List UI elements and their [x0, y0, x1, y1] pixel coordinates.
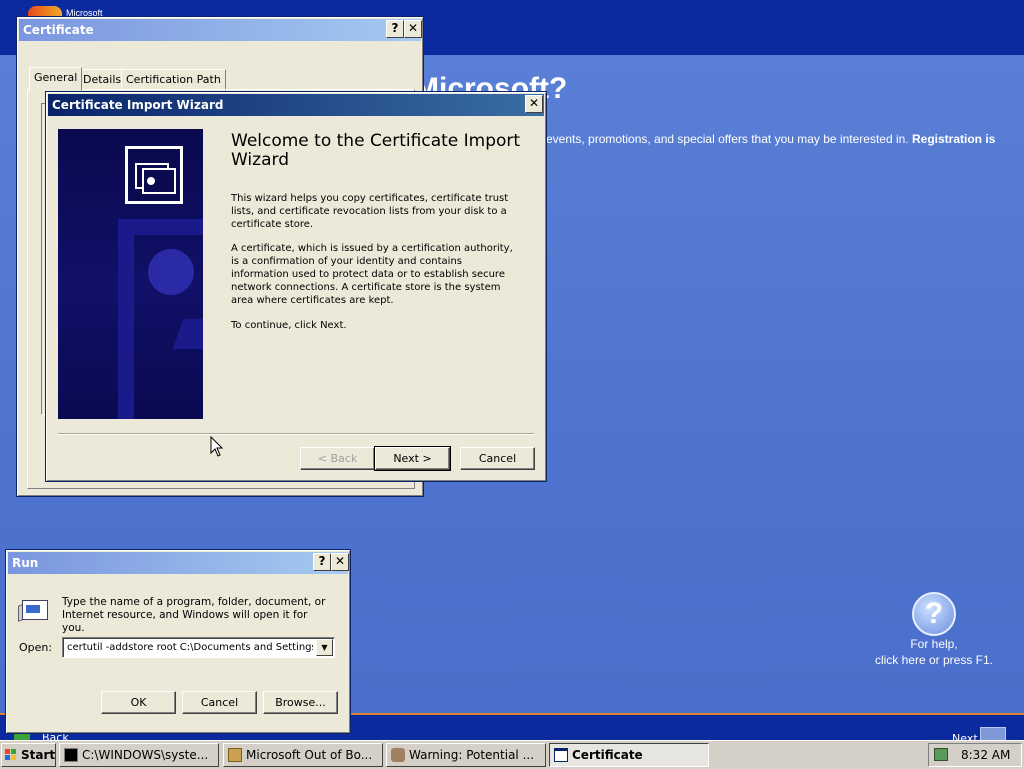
close-button[interactable]: ✕: [331, 553, 349, 571]
browse-button[interactable]: Browse...: [263, 691, 338, 714]
help-icon[interactable]: ?: [912, 592, 956, 636]
task-certificate[interactable]: Certificate: [549, 743, 709, 767]
start-button[interactable]: Start: [1, 743, 56, 767]
next-arrow-icon[interactable]: [980, 727, 1006, 741]
system-tray: 8:32 AM: [928, 743, 1022, 767]
window-icon: [554, 748, 568, 762]
certificate-title: Certificate: [23, 23, 94, 37]
cancel-button[interactable]: Cancel: [182, 691, 257, 714]
windows-flag-icon: [5, 749, 17, 761]
cancel-button[interactable]: Cancel: [460, 447, 535, 470]
task-oobe[interactable]: Microsoft Out of Bo...: [223, 743, 383, 767]
help-button[interactable]: ?: [386, 20, 404, 38]
run-icon: [18, 598, 48, 622]
tab-certification-path[interactable]: Certification Path: [121, 69, 226, 91]
warning-icon: [391, 748, 405, 762]
open-label: Open:: [19, 641, 53, 654]
chevron-down-icon[interactable]: ▼: [316, 639, 333, 656]
next-button[interactable]: Next >: [374, 446, 451, 471]
run-description: Type the name of a program, folder, docu…: [62, 596, 326, 634]
clock[interactable]: 8:32 AM: [961, 744, 1010, 766]
run-dialog: Run ? ✕ Type the name of a program, fold…: [5, 549, 351, 734]
certificate-icon: [125, 146, 183, 204]
ok-button[interactable]: OK: [101, 691, 176, 714]
start-label: Start: [21, 748, 56, 762]
run-title: Run: [12, 556, 39, 570]
back-button[interactable]: < Back: [300, 447, 375, 470]
wizard-banner-image: [58, 129, 203, 419]
network-icon[interactable]: [934, 748, 948, 761]
tab-details[interactable]: Details: [78, 69, 127, 91]
mouse-cursor-icon: [210, 436, 224, 457]
wizard-paragraph-1: This wizard helps you copy certificates,…: [231, 193, 509, 230]
wizard-paragraph-2: A certificate, which is issued by a cert…: [231, 243, 513, 306]
help-button[interactable]: ?: [313, 553, 331, 571]
certificate-import-wizard: Certificate Import Wizard ✕ Welcome to t…: [45, 91, 547, 482]
oobe-info-text: events, promotions, and special offers t…: [546, 132, 996, 146]
wizard-titlebar[interactable]: Certificate Import Wizard: [48, 94, 544, 116]
wizard-separator: [58, 433, 534, 435]
close-button[interactable]: ✕: [404, 20, 422, 38]
task-console[interactable]: C:\WINDOWS\syste...: [59, 743, 219, 767]
task-warning[interactable]: Warning: Potential ...: [386, 743, 546, 767]
wizard-heading: Welcome to the Certificate Import Wizard: [231, 131, 521, 170]
run-titlebar[interactable]: Run: [8, 552, 348, 574]
wizard-paragraph-3: To continue, click Next.: [231, 320, 347, 331]
setup-icon: [228, 748, 242, 762]
close-button[interactable]: ✕: [525, 95, 543, 113]
tab-general[interactable]: General: [29, 67, 83, 91]
open-combobox[interactable]: certutil -addstore root C:\Documents and…: [62, 637, 335, 658]
help-text[interactable]: For help, click here or press F1.: [860, 636, 1008, 668]
console-icon: [64, 748, 78, 762]
wizard-title: Certificate Import Wizard: [52, 98, 224, 112]
certificate-titlebar[interactable]: Certificate: [19, 19, 421, 41]
open-input[interactable]: certutil -addstore root C:\Documents and…: [67, 638, 313, 657]
taskbar: Start C:\WINDOWS\syste... Microsoft Out …: [0, 740, 1024, 769]
